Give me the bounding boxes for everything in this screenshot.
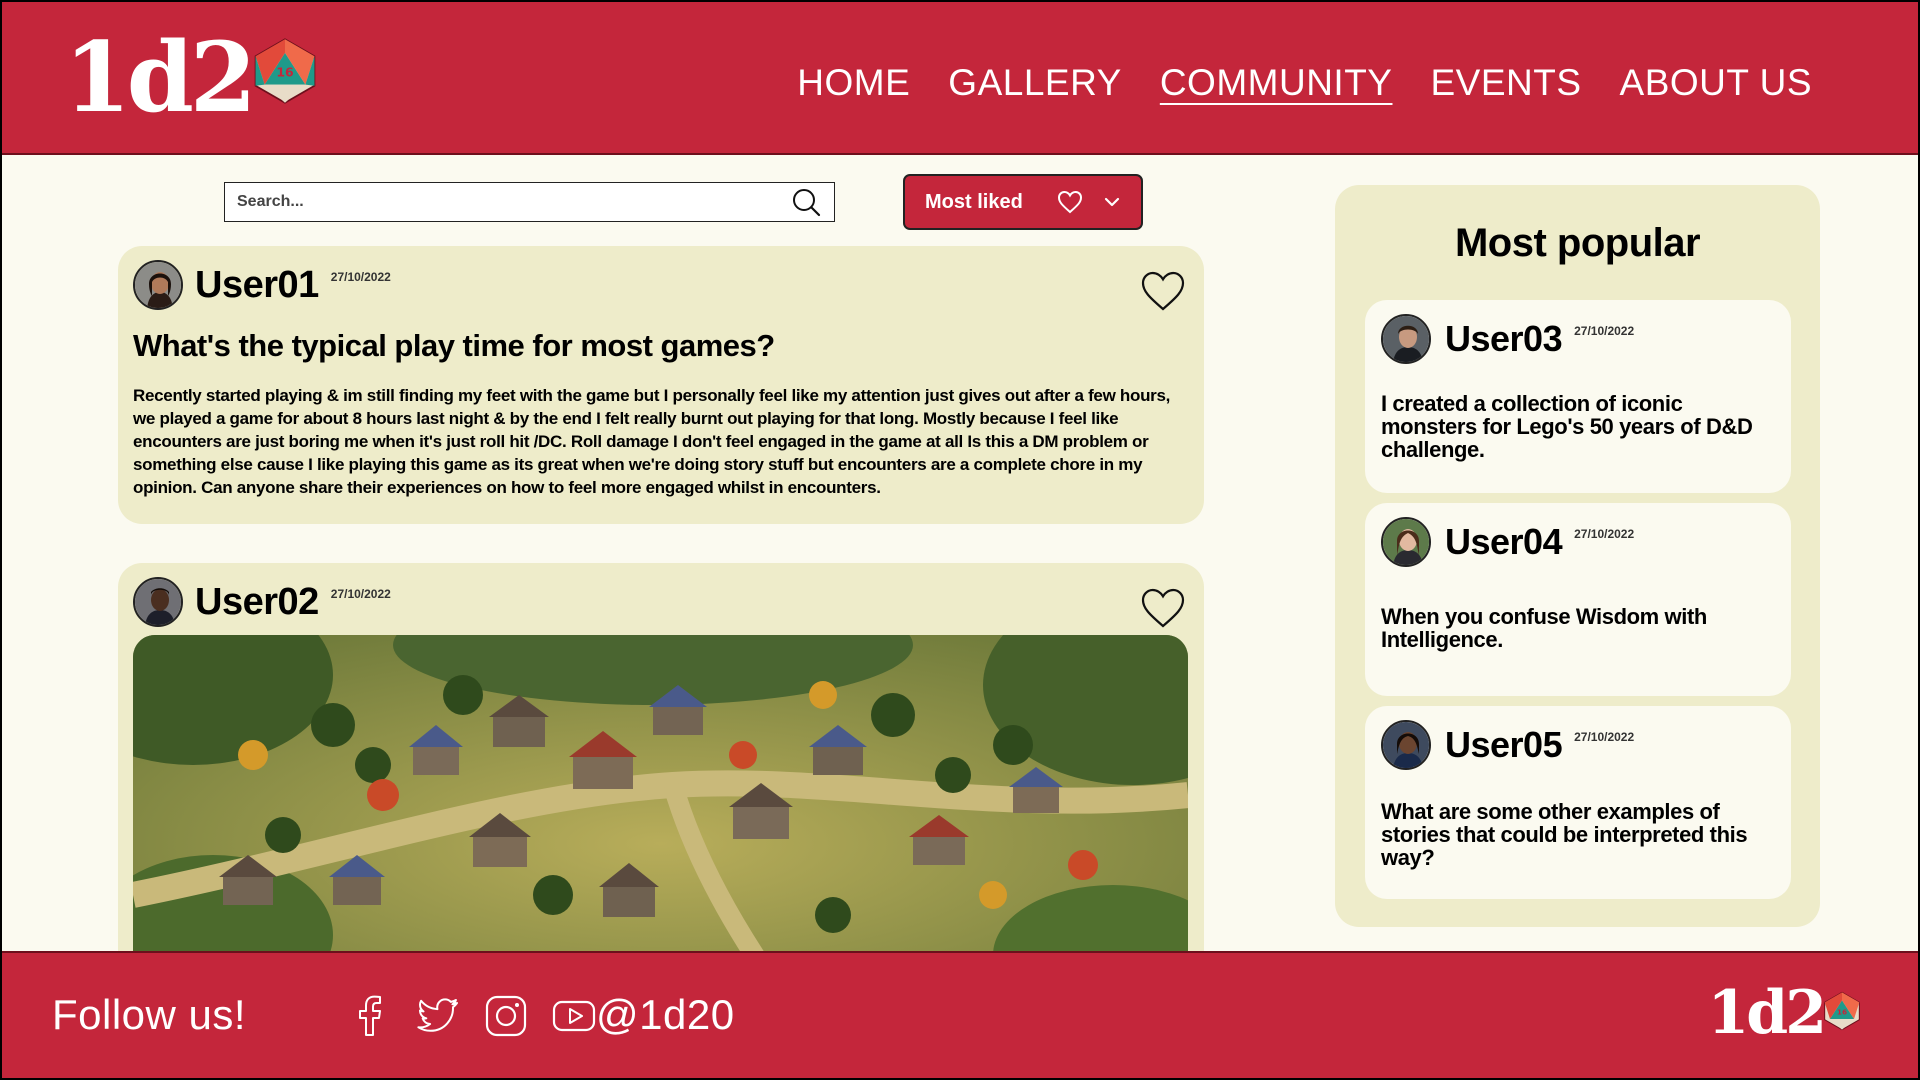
nav-home[interactable]: HOME: [797, 60, 910, 106]
post-date: 27/10/2022: [330, 587, 391, 601]
post-card[interactable]: User02 27/10/2022: [118, 563, 1204, 983]
facebook-icon[interactable]: [347, 993, 393, 1039]
search-bar: [224, 182, 835, 222]
popular-post-text: When you confuse Wisdom with Intelligenc…: [1381, 604, 1707, 652]
svg-text:16: 16: [276, 65, 293, 80]
avatar[interactable]: [1381, 720, 1431, 770]
avatar[interactable]: [133, 260, 183, 310]
post-title[interactable]: What's the typical play time for most ga…: [133, 328, 1186, 364]
post-header: User03 27/10/2022: [1381, 314, 1634, 364]
social-handle[interactable]: @1d20: [596, 991, 735, 1039]
avatar[interactable]: [1381, 314, 1431, 364]
post-body: Recently started playing & im still find…: [133, 386, 1171, 497]
post-header: User04 27/10/2022: [1381, 517, 1634, 567]
site-logo[interactable]: 1d2 16: [64, 30, 319, 126]
post-username[interactable]: User03: [1445, 314, 1563, 364]
logo-text: 1d2: [64, 21, 257, 134]
like-heart-icon[interactable]: [1140, 587, 1186, 629]
post-header: User02 27/10/2022: [133, 577, 391, 627]
svg-text:16: 16: [1837, 1007, 1847, 1016]
search-icon[interactable]: [790, 186, 822, 218]
youtube-icon[interactable]: [551, 993, 597, 1039]
site-footer: Follow us! @1d20 1d2 16: [2, 951, 1918, 1078]
post-date: 27/10/2022: [1574, 324, 1635, 338]
follow-us-label: Follow us!: [52, 991, 247, 1038]
post-date: 27/10/2022: [1574, 527, 1635, 541]
post-username[interactable]: User04: [1445, 517, 1563, 567]
post-image[interactable]: [133, 635, 1188, 983]
heart-icon: [1057, 190, 1083, 214]
sort-dropdown[interactable]: Most liked: [903, 174, 1143, 230]
avatar[interactable]: [1381, 517, 1431, 567]
logo-text: 1d2: [1707, 978, 1827, 1048]
nav-events[interactable]: EVENTS: [1430, 60, 1581, 106]
popular-post-card[interactable]: User05 27/10/2022 What are some other ex…: [1365, 706, 1791, 899]
popular-post-text: What are some other examples of stories …: [1381, 799, 1748, 870]
post-username[interactable]: User01: [195, 260, 319, 310]
post-card[interactable]: User01 27/10/2022 What's the typical pla…: [118, 246, 1204, 524]
post-username[interactable]: User05: [1445, 720, 1563, 770]
popular-post-card[interactable]: User04 27/10/2022 When you confuse Wisdo…: [1365, 503, 1791, 696]
d20-die-icon: 16: [1824, 991, 1860, 1031]
search-input[interactable]: [237, 193, 790, 211]
chevron-down-icon: [1104, 197, 1120, 207]
site-header: 1d2 16 HOME GALLERY COMMUNITY EVENTS ABO…: [2, 2, 1918, 155]
post-date: 27/10/2022: [1574, 730, 1635, 744]
nav-community[interactable]: COMMUNITY: [1160, 60, 1393, 106]
instagram-icon[interactable]: [483, 993, 529, 1039]
social-links: [347, 993, 597, 1039]
post-header: User05 27/10/2022: [1381, 720, 1634, 770]
main-nav: HOME GALLERY COMMUNITY EVENTS ABOUT US: [797, 60, 1812, 106]
sort-label: Most liked: [925, 190, 1023, 213]
post-date: 27/10/2022: [330, 270, 391, 284]
like-heart-icon[interactable]: [1140, 270, 1186, 312]
sidebar-title: Most popular: [1454, 221, 1701, 265]
avatar[interactable]: [133, 577, 183, 627]
nav-gallery[interactable]: GALLERY: [948, 60, 1122, 106]
most-popular-panel: Most popular User03 27/10/2022 I created…: [1335, 185, 1820, 927]
footer-logo[interactable]: 1d2 16: [1708, 983, 1862, 1043]
twitter-icon[interactable]: [415, 993, 461, 1039]
post-username[interactable]: User02: [195, 577, 319, 627]
popular-post-text: I created a collection of iconic monster…: [1381, 391, 1753, 462]
post-header: User01 27/10/2022: [133, 260, 391, 310]
popular-post-card[interactable]: User03 27/10/2022 I created a collection…: [1365, 300, 1791, 493]
d20-die-icon: 16: [254, 38, 316, 104]
nav-about-us[interactable]: ABOUT US: [1620, 60, 1812, 106]
